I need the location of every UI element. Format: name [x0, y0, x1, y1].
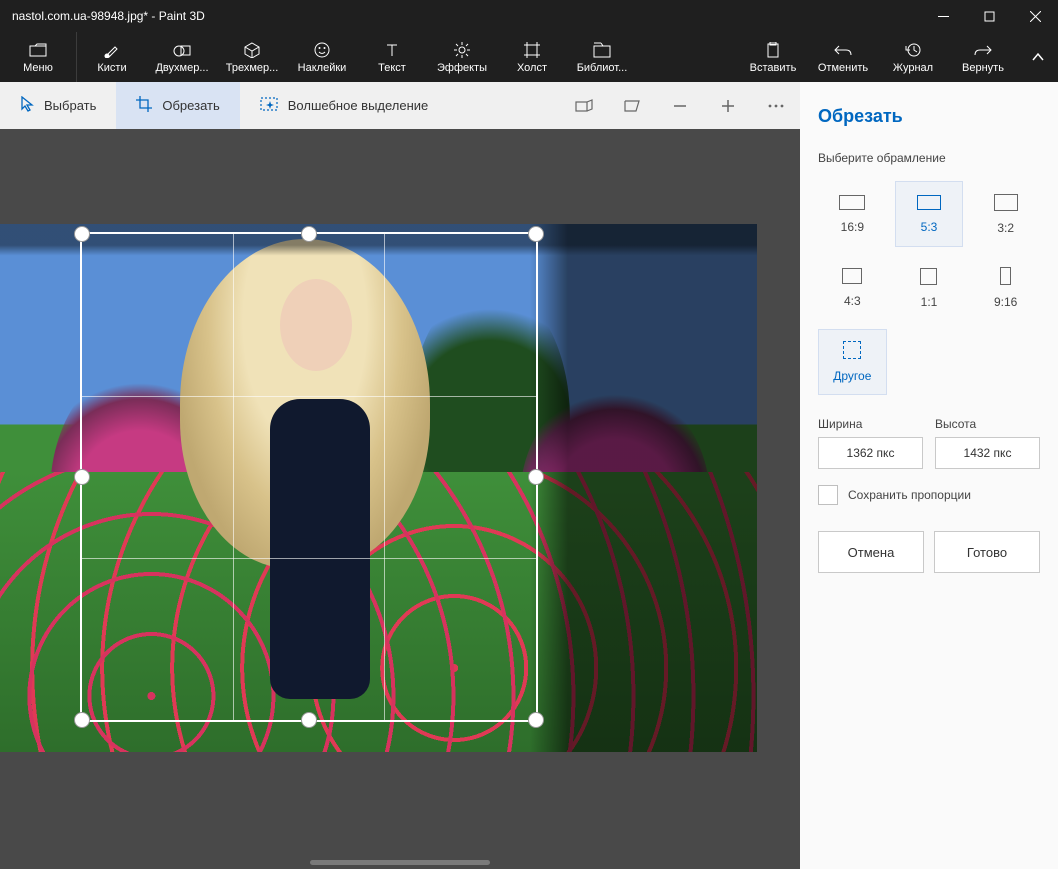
horizontal-scrollbar[interactable]: [310, 860, 490, 865]
preset-4-3[interactable]: 4:3: [818, 255, 887, 321]
undo-icon: [834, 41, 852, 59]
folder-icon: [29, 41, 47, 59]
height-input[interactable]: 1432 пкс: [935, 437, 1040, 469]
lock-aspect-checkbox[interactable]: [818, 485, 838, 505]
crop-rectangle[interactable]: [80, 232, 538, 722]
crop-handle-nw[interactable]: [74, 226, 90, 242]
ratio-icon: [920, 268, 937, 285]
crop-handle-se[interactable]: [528, 712, 544, 728]
maximize-button[interactable]: [966, 0, 1012, 32]
effects-icon: [454, 41, 470, 59]
ribbon-3d[interactable]: Трехмер...: [217, 32, 287, 82]
side-panel: Обрезать Выберите обрамление 16:9 5:3 3:…: [800, 82, 1058, 869]
ratio-icon: [917, 195, 941, 210]
window-title: nastol.com.ua-98948.jpg* - Paint 3D: [0, 9, 920, 23]
height-label: Высота: [935, 417, 976, 431]
lock-aspect-label: Сохранить пропорции: [848, 488, 971, 502]
preset-custom[interactable]: Другое: [818, 329, 887, 395]
paste-icon: [766, 41, 780, 59]
ribbon-stickers[interactable]: Наклейки: [287, 32, 357, 82]
ratio-icon: [842, 268, 862, 284]
redo-icon: [974, 41, 992, 59]
close-button[interactable]: [1012, 0, 1058, 32]
zoom-in-button[interactable]: [704, 82, 752, 129]
tool-select[interactable]: Выбрать: [0, 82, 116, 129]
ribbon-text[interactable]: Текст: [357, 32, 427, 82]
library-icon: [593, 41, 611, 59]
tool-magic-select[interactable]: Волшебное выделение: [240, 82, 449, 129]
crop-handle-e[interactable]: [528, 469, 544, 485]
crop-handle-ne[interactable]: [528, 226, 544, 242]
preset-1-1[interactable]: 1:1: [895, 255, 964, 321]
panel-title: Обрезать: [818, 106, 1040, 127]
preset-3-2[interactable]: 3:2: [971, 181, 1040, 247]
text-icon: [385, 41, 399, 59]
ribbon-effects[interactable]: Эффекты: [427, 32, 497, 82]
ribbon-collapse[interactable]: [1018, 32, 1058, 82]
cube-icon: [244, 41, 260, 59]
brush-icon: [104, 41, 120, 59]
ribbon-2d[interactable]: Двухмер...: [147, 32, 217, 82]
canvas-icon: [524, 41, 540, 59]
sub-toolbar: Выбрать Обрезать Волшебное выделение: [0, 82, 800, 129]
canvas-stage[interactable]: [0, 129, 800, 869]
preset-16-9[interactable]: 16:9: [818, 181, 887, 247]
ratio-icon: [1000, 267, 1011, 285]
ribbon-undo[interactable]: Отменить: [808, 32, 878, 82]
magic-select-icon: [260, 97, 278, 114]
ribbon-redo[interactable]: Вернуть: [948, 32, 1018, 82]
width-input[interactable]: 1362 пкс: [818, 437, 923, 469]
crop-handle-w[interactable]: [74, 469, 90, 485]
ribbon-paste[interactable]: Вставить: [738, 32, 808, 82]
shapes-2d-icon: [173, 41, 191, 59]
cursor-icon: [20, 96, 34, 115]
custom-ratio-icon: [843, 341, 861, 359]
tool-crop[interactable]: Обрезать: [116, 82, 239, 129]
title-bar: nastol.com.ua-98948.jpg* - Paint 3D: [0, 0, 1058, 32]
cancel-button[interactable]: Отмена: [818, 531, 924, 573]
preset-9-16[interactable]: 9:16: [971, 255, 1040, 321]
frame-label: Выберите обрамление: [818, 151, 1040, 165]
ribbon-brushes[interactable]: Кисти: [77, 32, 147, 82]
zoom-out-button[interactable]: [656, 82, 704, 129]
view-3d-button[interactable]: [560, 82, 608, 129]
minimize-button[interactable]: [920, 0, 966, 32]
crop-handle-s[interactable]: [301, 712, 317, 728]
ribbon: Меню Кисти Двухмер... Трехмер... Наклейк…: [0, 32, 1058, 82]
preset-5-3[interactable]: 5:3: [895, 181, 964, 247]
aspect-presets: 16:9 5:3 3:2 4:3 1:1: [818, 181, 1040, 395]
crop-handle-n[interactable]: [301, 226, 317, 242]
ribbon-library[interactable]: Библиот...: [567, 32, 637, 82]
ribbon-canvas[interactable]: Холст: [497, 32, 567, 82]
canvas-area: Выбрать Обрезать Волшебное выделение: [0, 82, 800, 869]
menu-button[interactable]: Меню: [0, 32, 77, 82]
crop-icon: [136, 96, 152, 115]
ribbon-history[interactable]: Журнал: [878, 32, 948, 82]
done-button[interactable]: Готово: [934, 531, 1040, 573]
ratio-icon: [839, 195, 865, 210]
history-icon: [905, 41, 921, 59]
width-label: Ширина: [818, 417, 862, 431]
ratio-icon: [994, 194, 1018, 211]
sticker-icon: [314, 41, 330, 59]
more-button[interactable]: [752, 82, 800, 129]
view-mixed-button[interactable]: [608, 82, 656, 129]
crop-handle-sw[interactable]: [74, 712, 90, 728]
